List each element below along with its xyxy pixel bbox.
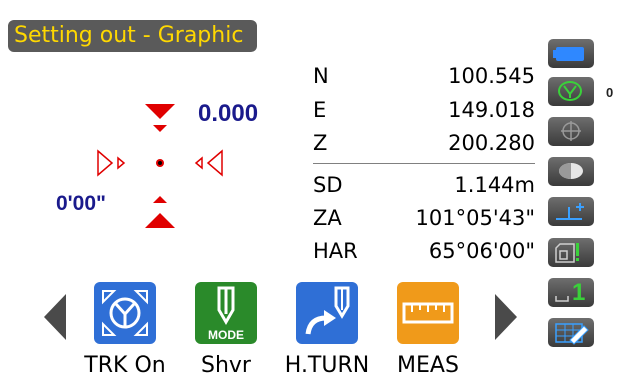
face-indicator-button[interactable] xyxy=(548,157,594,186)
move-up-arrow-large xyxy=(145,213,175,228)
move-down-arrow-large xyxy=(145,104,175,119)
screen-title: Setting out - Graphic xyxy=(8,20,258,52)
move-right-arrow-large xyxy=(97,149,114,177)
row-label: Z xyxy=(313,131,328,155)
row-value: 200.280 xyxy=(448,131,535,155)
mode-sublabel: MODE xyxy=(208,328,244,342)
horizontal-turn-button[interactable] xyxy=(296,282,358,344)
row-value: 101°05'43" xyxy=(415,206,535,230)
move-up-arrow-small xyxy=(153,196,167,203)
move-left-arrow-large xyxy=(206,149,223,177)
crosshair-icon xyxy=(561,121,581,141)
coordinate-n-row: N 100.545 xyxy=(313,64,535,94)
divider xyxy=(313,163,535,164)
coordinate-e-row: E 149.018 xyxy=(313,98,535,128)
input-mode-button[interactable]: 1 xyxy=(548,278,594,307)
angle-guidance-value: 0'00" xyxy=(56,192,106,215)
prism-target-icon xyxy=(558,81,582,101)
sd-card-icon xyxy=(555,243,579,263)
coordinate-z-row: Z 200.280 xyxy=(313,131,535,161)
row-label: HAR xyxy=(313,239,358,263)
slope-distance-row: SD 1.144m xyxy=(313,173,535,203)
keyboard-toggle-button[interactable] xyxy=(548,318,594,347)
row-value: 100.545 xyxy=(448,64,535,88)
battery-status-button[interactable] xyxy=(548,39,594,68)
horizontal-turn-icon xyxy=(305,286,350,335)
tilt-compensation-button[interactable] xyxy=(548,197,594,226)
move-right-arrow-small xyxy=(117,156,126,170)
move-down-arrow-small xyxy=(153,125,167,132)
measure-button[interactable] xyxy=(397,282,459,344)
row-label: N xyxy=(313,64,329,88)
battery-icon xyxy=(553,47,584,61)
target-type-button[interactable] xyxy=(548,77,594,106)
horizontal-turn-label: H.TURN xyxy=(284,353,370,378)
tracking-on-button[interactable] xyxy=(94,282,156,344)
telescope-face-icon xyxy=(559,163,583,179)
target-constant-value: 0 xyxy=(606,85,614,100)
row-value: 1.144m xyxy=(454,173,535,197)
laser-pointer-button[interactable] xyxy=(548,117,594,146)
row-label: ZA xyxy=(313,206,342,230)
row-value: 65°06'00" xyxy=(428,239,535,263)
distance-guidance-value: 0.000 xyxy=(198,100,259,127)
move-left-arrow-small xyxy=(194,156,203,170)
measure-label: MEAS xyxy=(397,353,459,378)
row-label: SD xyxy=(313,173,343,197)
horizontal-angle-row: HAR 65°06'00" xyxy=(313,239,535,269)
row-value: 149.018 xyxy=(448,98,535,122)
next-page-arrow-icon[interactable] xyxy=(493,292,519,342)
edit-keyboard-icon xyxy=(555,323,589,345)
zenith-angle-row: ZA 101°05'43" xyxy=(313,206,535,236)
prev-page-arrow-icon[interactable] xyxy=(42,292,68,342)
shovel-mode-label: Shvr xyxy=(201,353,251,378)
memory-status-button[interactable] xyxy=(548,238,594,267)
input-mode-value: 1 xyxy=(572,279,586,306)
tracking-icon xyxy=(102,290,148,336)
tracking-on-label: TRK On xyxy=(84,353,166,378)
shovel-mode-button[interactable]: MODE xyxy=(195,282,257,344)
row-label: E xyxy=(313,98,327,122)
measure-icon xyxy=(402,302,454,324)
tilt-icon xyxy=(556,203,584,220)
input-mode-icon xyxy=(555,296,569,302)
